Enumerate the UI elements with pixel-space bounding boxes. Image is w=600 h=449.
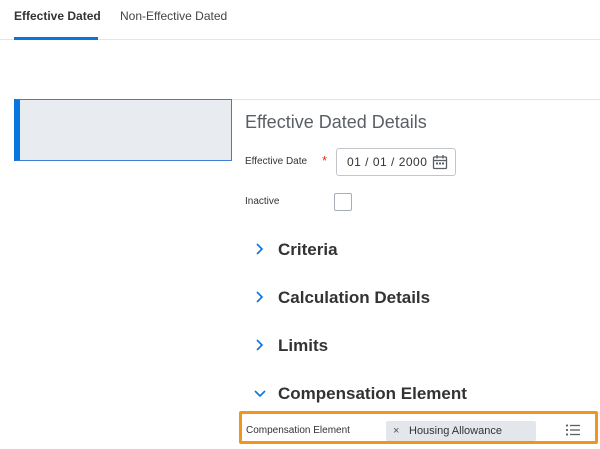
compensation-element-pill[interactable]: × Housing Allowance: [386, 421, 536, 441]
tab-non-effective-dated[interactable]: Non-Effective Dated: [120, 9, 227, 23]
effective-date-value: 01 / 01 / 2000: [347, 155, 428, 169]
inactive-checkbox[interactable]: [334, 193, 352, 211]
compensation-element-value: Housing Allowance: [409, 425, 502, 437]
chevron-right-icon: [256, 339, 264, 351]
chevron-right-icon: [256, 291, 264, 303]
remove-selection-icon[interactable]: ×: [393, 424, 399, 438]
active-tab-indicator: [14, 37, 98, 40]
section-label: Limits: [278, 336, 329, 355]
tab-bar: Effective Dated Non-Effective Dated: [0, 0, 600, 40]
section-label: Criteria: [278, 240, 338, 259]
selected-record-card[interactable]: [14, 99, 232, 161]
effective-date-field[interactable]: 01 / 01 / 2000: [336, 148, 456, 176]
required-indicator: *: [322, 153, 328, 168]
section-label: Compensation Element: [278, 384, 467, 403]
panel-divider: [232, 99, 600, 100]
section-label: Calculation Details: [278, 288, 431, 307]
inactive-label: Inactive: [245, 196, 280, 207]
effective-date-label: Effective Date: [245, 156, 308, 167]
page-title: Effective Dated Details: [245, 112, 427, 132]
list-icon[interactable]: [565, 423, 581, 437]
tab-effective-dated[interactable]: Effective Dated: [14, 9, 101, 23]
chevron-right-icon: [256, 243, 264, 255]
compensation-element-label: Compensation Element: [246, 425, 350, 436]
chevron-down-icon: [254, 390, 266, 398]
calendar-icon[interactable]: [432, 154, 448, 170]
